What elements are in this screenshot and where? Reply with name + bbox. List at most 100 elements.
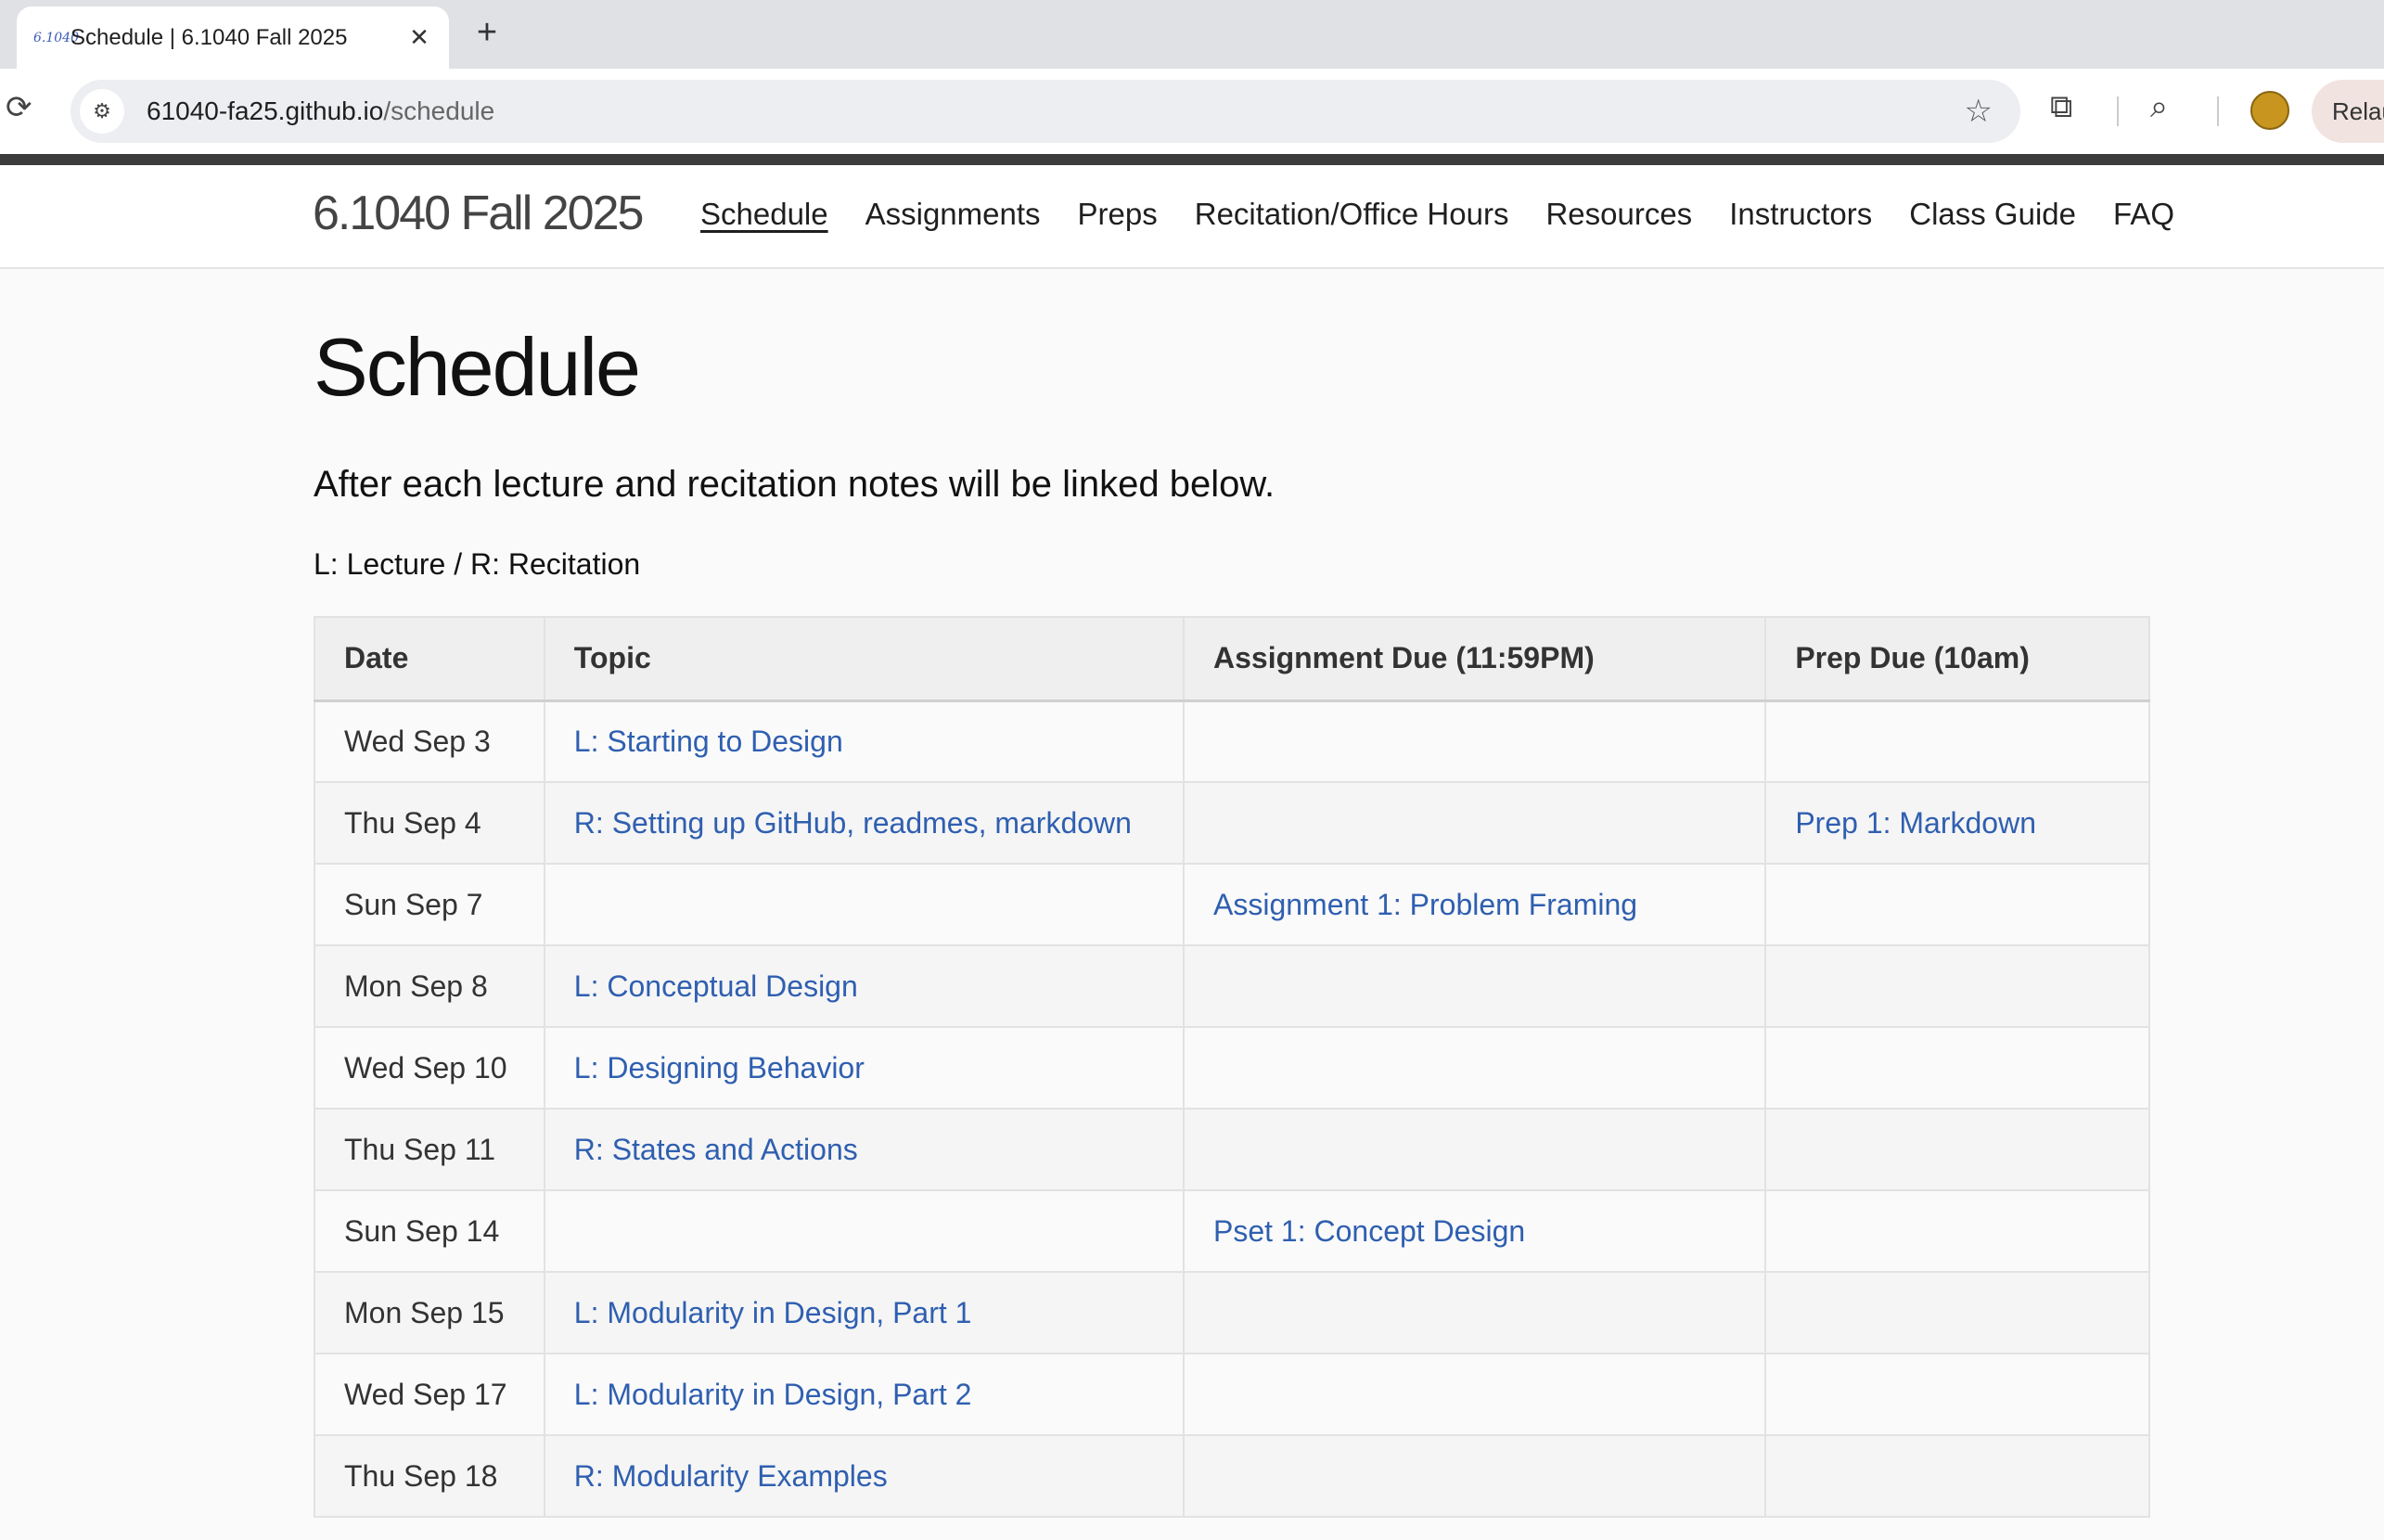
table-row: Wed Sep 3 L: Starting to Design: [314, 699, 2150, 783]
close-icon[interactable]: ✕: [406, 23, 432, 52]
address-bar[interactable]: ⚙ 61040-fa25.github.io/schedule ☆: [70, 80, 2020, 143]
assignment-cell: [1182, 699, 1767, 783]
topic-link[interactable]: L: Modularity in Design, Part 1: [574, 1296, 972, 1329]
reload-icon[interactable]: ⟳: [6, 89, 32, 126]
table-row: Sun Sep 14 Pset 1: Concept Design: [314, 1189, 2150, 1273]
schedule-table: Date Topic Assignment Due (11:59PM) Prep…: [314, 616, 2150, 1518]
topic-cell: L: Designing Behavior: [543, 1026, 1185, 1110]
prep-cell: [1764, 1026, 2150, 1110]
accent-bar: [0, 154, 2384, 165]
date-cell: Thu Sep 18: [314, 1434, 545, 1518]
site-header: 6.1040 Fall 2025 Schedule Assignments Pr…: [0, 165, 2384, 269]
prep-cell: [1764, 944, 2150, 1028]
topic-cell: [543, 1189, 1185, 1273]
tab-title: Schedule | 6.1040 Fall 2025: [70, 24, 348, 50]
prep-cell: [1764, 1189, 2150, 1273]
url-host: 61040-fa25.github.io: [147, 96, 384, 125]
nav-item-assignments[interactable]: Assignments: [865, 197, 1041, 232]
nav-item-faq[interactable]: FAQ: [2113, 197, 2174, 232]
topic-cell: [543, 863, 1185, 946]
date-cell: Wed Sep 17: [314, 1353, 545, 1436]
topic-link[interactable]: L: Starting to Design: [574, 725, 843, 758]
date-cell: Mon Sep 8: [314, 944, 545, 1028]
topic-link[interactable]: L: Modularity in Design, Part 2: [574, 1378, 972, 1411]
table-row: Thu Sep 18 R: Modularity Examples: [314, 1434, 2150, 1518]
prep-cell: [1764, 1271, 2150, 1354]
main-nav: Schedule Assignments Preps Recitation/Of…: [700, 197, 2174, 232]
assignment-cell: [1182, 1026, 1767, 1110]
assignment-cell: [1182, 1108, 1767, 1191]
assignment-cell: [1182, 1353, 1767, 1436]
assignment-link[interactable]: Assignment 1: Problem Framing: [1213, 888, 1637, 921]
topic-link[interactable]: L: Conceptual Design: [574, 969, 858, 1003]
topic-cell: L: Starting to Design: [543, 699, 1185, 783]
table-row: Mon Sep 15 L: Modularity in Design, Part…: [314, 1271, 2150, 1354]
nav-item-resources[interactable]: Resources: [1545, 197, 1692, 232]
prep-cell: Prep 1: Markdown: [1764, 781, 2150, 865]
date-cell: Sun Sep 7: [314, 863, 545, 946]
extensions-icon[interactable]: ⧉: [2050, 89, 2072, 125]
topic-cell: L: Modularity in Design, Part 1: [543, 1271, 1185, 1354]
nav-item-schedule[interactable]: Schedule: [700, 197, 828, 232]
date-cell: Thu Sep 4: [314, 781, 545, 865]
date-cell: Wed Sep 3: [314, 699, 545, 783]
topic-cell: R: Setting up GitHub, readmes, markdown: [543, 781, 1185, 865]
site-info-icon[interactable]: ⚙: [80, 89, 124, 134]
date-cell: Thu Sep 11: [314, 1108, 545, 1191]
toolbar-divider: [2117, 96, 2119, 126]
assignment-cell: [1182, 944, 1767, 1028]
header-prep: Prep Due (10am): [1764, 616, 2150, 702]
prep-cell: [1764, 1108, 2150, 1191]
prep-cell: [1764, 1434, 2150, 1518]
topic-link[interactable]: R: Modularity Examples: [574, 1459, 888, 1493]
tab-search-icon[interactable]: ⌕: [2150, 89, 2168, 125]
assignment-cell: Pset 1: Concept Design: [1182, 1189, 1767, 1273]
topic-link[interactable]: L: Designing Behavior: [574, 1051, 865, 1084]
assignment-link[interactable]: Pset 1: Concept Design: [1213, 1214, 1525, 1248]
nav-item-preps[interactable]: Preps: [1078, 197, 1158, 232]
table-row: Thu Sep 4 R: Setting up GitHub, readmes,…: [314, 781, 2150, 865]
table-row: Mon Sep 8 L: Conceptual Design: [314, 944, 2150, 1028]
assignment-cell: [1182, 1434, 1767, 1518]
legend-text: L: Lecture / R: Recitation: [314, 547, 641, 581]
page-title: Schedule: [314, 321, 641, 413]
prep-cell: [1764, 1353, 2150, 1436]
table-header-row: Date Topic Assignment Due (11:59PM) Prep…: [314, 616, 2150, 702]
nav-item-instructors[interactable]: Instructors: [1729, 197, 1872, 232]
assignment-cell: Assignment 1: Problem Framing: [1182, 863, 1767, 946]
prep-cell: [1764, 863, 2150, 946]
date-cell: Mon Sep 15: [314, 1271, 545, 1354]
table-row: Wed Sep 17 L: Modularity in Design, Part…: [314, 1353, 2150, 1436]
topic-link[interactable]: R: States and Actions: [574, 1133, 858, 1166]
header-date: Date: [314, 616, 545, 702]
topic-cell: L: Conceptual Design: [543, 944, 1185, 1028]
favicon-icon: 6.1040: [33, 30, 79, 45]
nav-item-class-guide[interactable]: Class Guide: [1909, 197, 2076, 232]
header-assignment: Assignment Due (11:59PM): [1182, 616, 1767, 702]
table-row: Sun Sep 7 Assignment 1: Problem Framing: [314, 863, 2150, 946]
assignment-cell: [1182, 781, 1767, 865]
date-cell: Sun Sep 14: [314, 1189, 545, 1273]
intro-text: After each lecture and recitation notes …: [314, 464, 1275, 505]
avatar-icon[interactable]: [2250, 91, 2289, 130]
browser-tab[interactable]: 6.1040 Schedule | 6.1040 Fall 2025 ✕: [17, 6, 449, 69]
table-row: Thu Sep 11 R: States and Actions: [314, 1108, 2150, 1191]
star-icon[interactable]: ☆: [1965, 93, 1993, 130]
table-row: Wed Sep 10 L: Designing Behavior: [314, 1026, 2150, 1110]
header-topic: Topic: [543, 616, 1185, 702]
url-text[interactable]: 61040-fa25.github.io/schedule: [147, 96, 1965, 126]
prep-link[interactable]: Prep 1: Markdown: [1795, 806, 2036, 840]
site-brand[interactable]: 6.1040 Fall 2025: [313, 186, 644, 241]
tab-strip: 6.1040 Schedule | 6.1040 Fall 2025 ✕ +: [0, 0, 2384, 69]
topic-cell: R: States and Actions: [543, 1108, 1185, 1191]
toolbar-divider: [2217, 96, 2219, 126]
browser-toolbar: ⟳ ⚙ 61040-fa25.github.io/schedule ☆ ⧉ ⌕ …: [0, 69, 2384, 156]
nav-item-recitation[interactable]: Recitation/Office Hours: [1195, 197, 1509, 232]
prep-cell: [1764, 699, 2150, 783]
topic-cell: R: Modularity Examples: [543, 1434, 1185, 1518]
date-cell: Wed Sep 10: [314, 1026, 545, 1110]
assignment-cell: [1182, 1271, 1767, 1354]
topic-link[interactable]: R: Setting up GitHub, readmes, markdown: [574, 806, 1132, 840]
plus-icon[interactable]: +: [468, 9, 506, 56]
relaunch-button[interactable]: Relau: [2312, 80, 2384, 143]
